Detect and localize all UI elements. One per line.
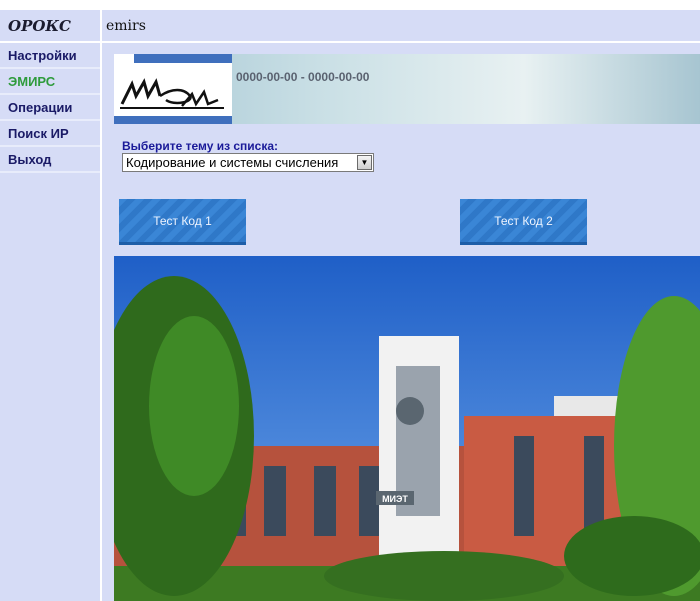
date-range: 0000-00-00 - 0000-00-00 (236, 70, 370, 84)
building-sign: МИЭТ (382, 494, 408, 504)
main-content: 0000-00-00 - 0000-00-00 Выберите тему из… (102, 43, 700, 601)
campus-photo: МИЭТ (114, 256, 700, 601)
test-code-2-button[interactable]: Тест Код 2 (460, 199, 587, 245)
app-title: ОРОКС (0, 10, 100, 41)
topic-select-value: Кодирование и системы счисления (126, 155, 339, 170)
sidebar-item-emirs[interactable]: ЭМИРС (0, 69, 100, 95)
sidebar-item-operations[interactable]: Операции (0, 95, 100, 121)
topic-select-label: Выберите тему из списка: (122, 139, 279, 153)
topic-select[interactable]: Кодирование и системы счисления ▼ (122, 153, 374, 172)
banner: 0000-00-00 - 0000-00-00 (114, 54, 700, 124)
chevron-down-icon[interactable]: ▼ (357, 155, 372, 170)
test-code-1-button[interactable]: Тест Код 1 (119, 199, 246, 245)
sidebar-item-search-ir[interactable]: Поиск ИР (0, 121, 100, 147)
miet-logo-icon (114, 54, 232, 124)
sidebar-item-exit[interactable]: Выход (0, 147, 100, 173)
page-context-title: emirs (102, 10, 700, 41)
sidebar-item-settings[interactable]: Настройки (0, 43, 100, 69)
sidebar: Настройки ЭМИРС Операции Поиск ИР Выход (0, 43, 100, 601)
